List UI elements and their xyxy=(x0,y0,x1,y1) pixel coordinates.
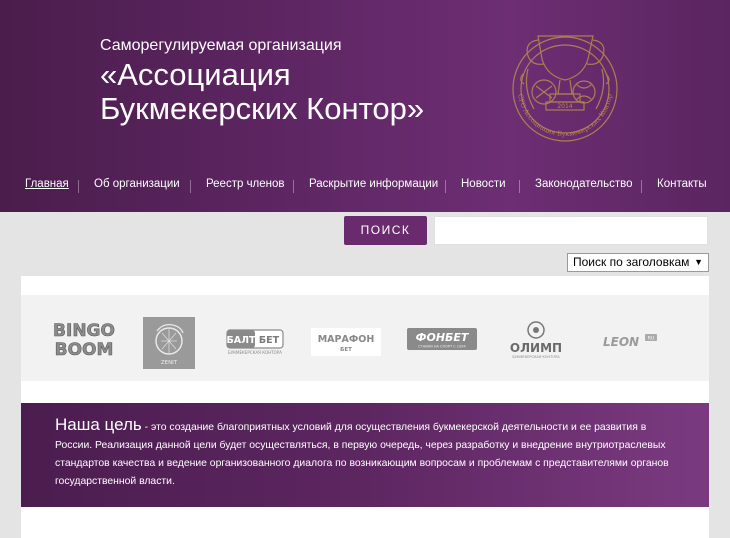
nav-divider xyxy=(519,180,520,193)
search-input[interactable] xyxy=(434,216,708,245)
zenit-logo-icon: ZENIT xyxy=(155,324,184,366)
svg-text:МАРАФОН: МАРАФОН xyxy=(318,334,375,345)
partner-logo-baltbet[interactable]: БАЛТ БЕТ БУКМЕКЕРСКАЯ КОНТОРА xyxy=(226,327,284,355)
svg-text:BOOM: BOOM xyxy=(55,340,114,359)
svg-text:BINGO: BINGO xyxy=(53,321,115,341)
goal-banner: Наша цель - это создание благоприятных у… xyxy=(21,403,709,507)
marathonbet-logo-icon: МАРАФОН БЕТ xyxy=(318,334,375,353)
goal-description: - это создание благоприятных условий для… xyxy=(55,422,669,487)
nav-divider xyxy=(78,180,79,193)
svg-text:ZENIT: ZENIT xyxy=(161,360,178,366)
svg-text:БУКМЕКЕРСКАЯ КОНТОРА: БУКМЕКЕРСКАЯ КОНТОРА xyxy=(512,355,560,359)
svg-text:БЕТ: БЕТ xyxy=(340,347,352,353)
nav-divider xyxy=(445,180,446,193)
cup-emblem-icon: 2014 СРО Ассоциация Букмекерских Контор xyxy=(512,35,618,142)
nav-item-legislation[interactable]: Законодательство xyxy=(535,178,633,190)
svg-text:БАЛТ: БАЛТ xyxy=(227,335,256,346)
partner-logo-fonbet[interactable]: ФОНБЕТ СТАВКИ НА СПОРТ С 1994 xyxy=(407,328,477,350)
emblem-year: 2014 xyxy=(557,103,572,110)
nav-divider xyxy=(641,180,642,193)
svg-text:БУКМЕКЕРСКАЯ КОНТОРА: БУКМЕКЕРСКАЯ КОНТОРА xyxy=(228,350,282,355)
svg-text:RU: RU xyxy=(648,336,654,342)
svg-text:СРО Ассоциация Букмекерских Ко: СРО Ассоциация Букмекерских Контор xyxy=(516,93,613,138)
header-subtitle: Саморегулируемая организация xyxy=(100,37,342,54)
dropdown-arrow-icon: ▼ xyxy=(694,257,703,267)
search-mode-select[interactable]: Поиск по заголовкам ▼ xyxy=(567,253,709,272)
main-nav: Главная Об организации Реестр членов Рас… xyxy=(0,178,730,198)
nav-divider xyxy=(293,180,294,193)
goal-heading: Наша цель xyxy=(55,415,142,434)
nav-item-registry[interactable]: Реестр членов xyxy=(206,178,285,190)
partner-logo-zenit[interactable]: ZENIT xyxy=(143,317,195,369)
goal-text-block: Наша цель - это создание благоприятных у… xyxy=(55,416,685,491)
nav-item-contacts[interactable]: Контакты xyxy=(657,178,707,190)
search-mode-value: Поиск по заголовкам xyxy=(573,255,690,269)
header-title: «Ассоциация Букмекерских Контор» xyxy=(100,57,425,126)
nav-divider xyxy=(190,180,191,193)
leon-logo-icon: LEON RU xyxy=(603,334,657,349)
olimp-logo-icon: ОЛИМП БУКМЕКЕРСКАЯ КОНТОРА xyxy=(510,321,562,359)
partner-logo-marathonbet[interactable]: МАРАФОН БЕТ xyxy=(311,328,381,356)
partner-logo-olimp[interactable]: ОЛИМП БУКМЕКЕРСКАЯ КОНТОРА xyxy=(505,319,567,359)
partner-logo-leon[interactable]: LEON RU xyxy=(601,332,659,350)
svg-text:ОЛИМП: ОЛИМП xyxy=(510,341,562,355)
baltbet-logo-icon: БАЛТ БЕТ БУКМЕКЕРСКАЯ КОНТОРА xyxy=(226,329,284,355)
bingoboom-logo-icon: BINGO BOOM xyxy=(53,321,116,359)
partners-strip: BINGO BOOM ZENIT БАЛТ БЕТ БУКМЕКЕРСКАЯ К… xyxy=(21,295,709,381)
site-header: Саморегулируемая организация «Ассоциация… xyxy=(0,0,730,212)
nav-item-home[interactable]: Главная xyxy=(25,178,69,190)
svg-text:LEON: LEON xyxy=(603,335,639,349)
search-button[interactable]: ПОИСК xyxy=(344,216,427,245)
nav-item-news[interactable]: Новости xyxy=(461,178,506,190)
emblem-ring-text: СРО Ассоциация Букмекерских Контор xyxy=(516,93,613,138)
nav-item-about[interactable]: Об организации xyxy=(94,178,180,190)
fonbet-logo-icon: ФОНБЕТ СТАВКИ НА СПОРТ С 1994 xyxy=(407,328,477,350)
nav-item-disclosure[interactable]: Раскрытие информации xyxy=(309,178,438,190)
partner-logo-bingoboom[interactable]: BINGO BOOM xyxy=(49,317,119,359)
svg-text:БЕТ: БЕТ xyxy=(259,335,280,346)
svg-text:ФОНБЕТ: ФОНБЕТ xyxy=(416,331,470,344)
svg-text:СТАВКИ НА СПОРТ С 1994: СТАВКИ НА СПОРТ С 1994 xyxy=(418,345,466,349)
